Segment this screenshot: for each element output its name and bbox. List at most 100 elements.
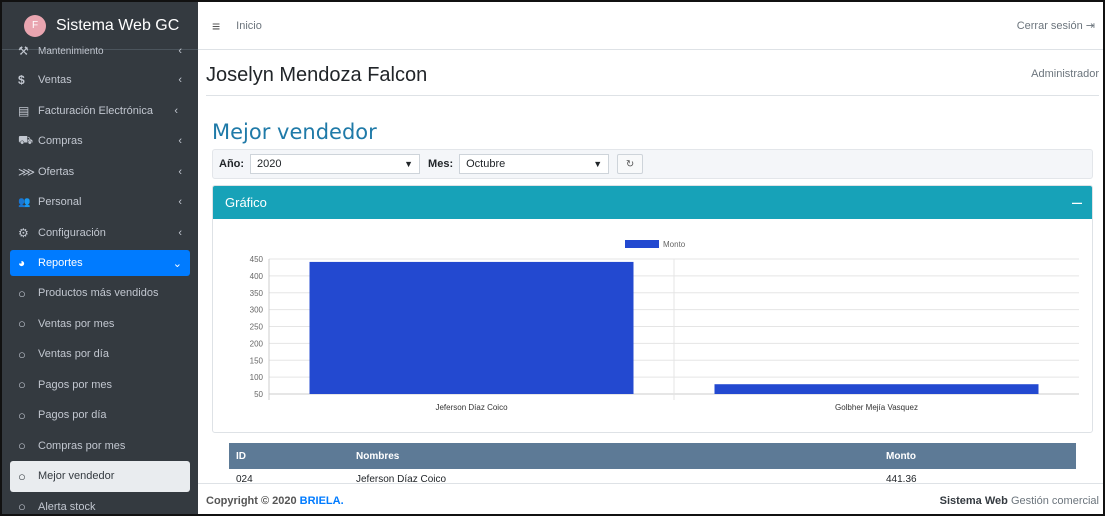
collapse-icon[interactable]: – <box>1072 192 1082 213</box>
y-tick-label: 400 <box>250 272 264 281</box>
sidebar-item-label: Mantenimiento <box>38 45 104 57</box>
y-tick-label: 250 <box>250 323 264 332</box>
sidebar-subitem-productos[interactable]: ○ Productos más vendidos <box>2 278 198 309</box>
sidebar-item-reportes[interactable]: ◕ Reportes ⌄ <box>10 250 190 276</box>
cell-monto: 441.36 <box>886 473 917 484</box>
year-select[interactable]: 2020 ▼ <box>250 154 421 174</box>
cell-nombres: Jeferson Díaz Coico <box>356 473 447 484</box>
column-header-monto[interactable]: Monto <box>879 443 1076 469</box>
month-select-value: Octubre <box>466 158 506 170</box>
user-role: Administrador <box>1031 68 1099 80</box>
brand-title: Sistema Web GC <box>56 16 180 34</box>
sidebar-subitem-ventas-dia[interactable]: ○ Ventas por día <box>2 339 198 370</box>
sidebar-item-label: Facturación Electrónica <box>38 104 153 117</box>
footer-system-desc: Gestión comercial <box>1010 495 1099 507</box>
y-tick-label: 50 <box>254 390 263 399</box>
table-header-row: ID Nombres Monto <box>229 443 1076 469</box>
sidebar-item-label: Ventas <box>38 74 72 87</box>
sidebar-nav: ⚒ Mantenimiento ‹ $ Ventas ‹ ▤ Facturaci… <box>2 42 198 515</box>
sidebar-item-compras[interactable]: ⛟ Compras ‹ <box>2 126 198 157</box>
circle-icon: ○ <box>18 499 26 515</box>
sidebar-item-label: Configuración <box>38 226 106 239</box>
sidebar-item-label: Compras <box>38 135 83 148</box>
cart-icon: ⛟ <box>18 133 34 148</box>
chart-pie-icon: ◕ <box>18 256 26 270</box>
sidebar-subitem-pagos-dia[interactable]: ○ Pagos por día <box>2 400 198 431</box>
invoice-icon: ▤ <box>18 103 30 118</box>
chart-card: Gráfico – Monto 50 100 150 200 250 300 350 400 45… <box>212 185 1093 433</box>
footer-brand-link[interactable]: BRIELA. <box>300 495 344 507</box>
y-tick-label: 200 <box>250 339 264 348</box>
sidebar-item-ofertas[interactable]: ⋙ Ofertas ‹ <box>2 157 198 188</box>
bar-2 <box>714 384 1039 394</box>
brand-logo-icon: F <box>24 14 46 37</box>
y-tick-label: 450 <box>250 255 264 264</box>
circle-icon: ○ <box>18 407 26 423</box>
chevron-down-icon: ▼ <box>404 159 414 169</box>
x-tick-label: Golbher Mejía Vasquez <box>835 403 918 412</box>
sidebar-item-facturacion[interactable]: ▤ Facturación Electrónica ‹ <box>2 96 198 127</box>
footer-copyright: Copyright © 2020 <box>206 495 297 507</box>
sidebar-item-label: Compras por mes <box>38 439 126 452</box>
sidebar-item-configuracion[interactable]: ⚙ Configuración ‹ <box>2 218 198 249</box>
sidebar-subitem-ventas-mes[interactable]: ○ Ventas por mes <box>2 309 198 340</box>
y-tick-label: 150 <box>250 356 264 365</box>
chevron-left-icon: ‹ <box>178 226 182 239</box>
legend-swatch <box>625 240 659 248</box>
circle-icon: ○ <box>18 377 26 393</box>
chevron-left-icon: ‹ <box>178 196 182 209</box>
refresh-icon: ↻ <box>625 158 635 170</box>
bar-1 <box>309 261 634 394</box>
chart-card-header: Gráfico – <box>213 186 1092 219</box>
logout-link[interactable]: Cerrar sesión ⇥ <box>1017 19 1095 32</box>
sidebar-item-label: Personal <box>38 196 82 209</box>
app-window: F Sistema Web GC ⚒ Mantenimiento ‹ $ Ven… <box>0 0 1105 516</box>
refresh-button[interactable]: ↻ <box>617 154 644 174</box>
wrench-icon: ⚒ <box>18 44 29 58</box>
sidebar-item-label: Pagos por mes <box>38 378 112 391</box>
legend-label: Monto <box>663 240 686 249</box>
year-select-value: 2020 <box>257 158 282 170</box>
chart-card-title: Gráfico <box>225 195 267 210</box>
main-content: Joselyn Mendoza Falcon Administrador Mej… <box>198 50 1103 483</box>
sidebar-subitem-alerta-stock[interactable]: ○ Alerta stock <box>2 492 198 515</box>
sidebar-item-label: Ventas por mes <box>38 317 115 330</box>
sidebar-subitem-compras-mes[interactable]: ○ Compras por mes <box>2 431 198 462</box>
sidebar: F Sistema Web GC ⚒ Mantenimiento ‹ $ Ven… <box>2 2 198 515</box>
circle-icon: ○ <box>18 285 26 301</box>
sidebar-item-label: Ofertas <box>38 165 75 178</box>
chevron-left-icon: ‹ <box>178 135 182 148</box>
chevron-left-icon: ‹ <box>174 104 178 117</box>
chevron-left-icon: ‹ <box>178 165 182 178</box>
cell-id: 024 <box>236 473 253 484</box>
column-header-nombres[interactable]: Nombres <box>349 443 879 469</box>
circle-icon: ○ <box>18 438 26 454</box>
sidebar-item-personal[interactable]: 👥 Personal ‹ <box>2 187 198 218</box>
sidebar-item-label: Pagos por día <box>38 409 107 422</box>
footer-system-name: Sistema Web <box>939 495 1008 507</box>
y-tick-label: 100 <box>250 373 264 382</box>
chevron-down-icon: ▼ <box>593 159 603 169</box>
users-icon: 👥 <box>18 196 31 208</box>
month-select[interactable]: Octubre ▼ <box>459 154 610 174</box>
circle-icon: ○ <box>18 316 26 332</box>
column-header-id[interactable]: ID <box>229 443 349 469</box>
sidebar-item-ventas[interactable]: $ Ventas ‹ <box>2 65 198 96</box>
cog-icon: ⚙ <box>18 225 29 240</box>
sidebar-item-mantenimiento[interactable]: ⚒ Mantenimiento ‹ <box>2 42 198 60</box>
menu-toggle-icon[interactable]: ≡ <box>212 18 220 34</box>
y-tick-label: 350 <box>250 289 264 298</box>
topbar: ≡ Inicio Cerrar sesión ⇥ <box>198 2 1103 50</box>
sidebar-item-label: Mejor vendedor <box>38 470 115 483</box>
bar-chart: Monto 50 100 150 200 250 300 350 400 450 Jeferson … <box>250 240 1079 412</box>
x-tick-label: Jeferson Díaz Coico <box>435 403 508 412</box>
circle-icon: ○ <box>18 346 26 362</box>
sidebar-subitem-pagos-mes[interactable]: ○ Pagos por mes <box>2 370 198 401</box>
home-link[interactable]: Inicio <box>236 20 262 32</box>
year-label: Año: <box>219 158 245 170</box>
circle-icon: ○ <box>18 468 26 484</box>
footer-right: Sistema Web Gestión comercial <box>940 495 1099 507</box>
sellers-table-wrap: ID Nombres Monto 024 Jeferson Díaz Coico… <box>229 443 1076 483</box>
sidebar-subitem-mejor-vendedor[interactable]: ○ Mejor vendedor <box>10 461 190 492</box>
dollar-icon: $ <box>18 73 25 88</box>
